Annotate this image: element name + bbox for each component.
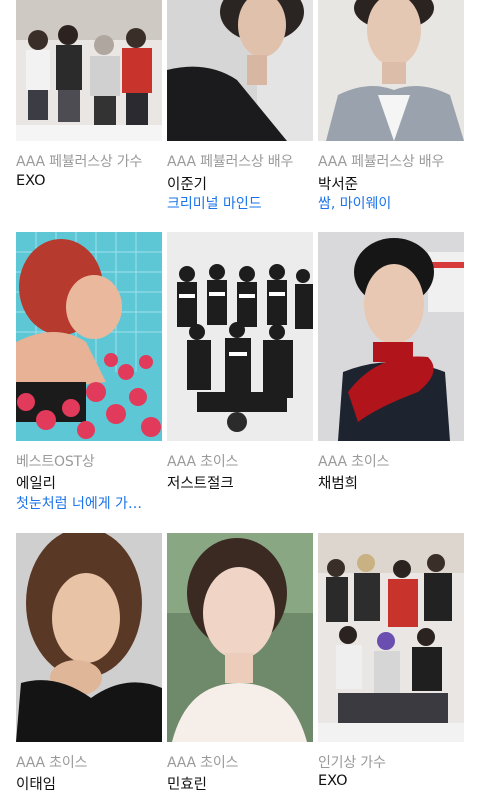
- award-category: 베스트OST상: [16, 454, 95, 470]
- group-photo-icon[interactable]: [318, 533, 464, 742]
- work-link[interactable]: 첫눈처럼 너에게 가…: [16, 493, 162, 513]
- portrait-icon[interactable]: [318, 0, 464, 141]
- artist-name[interactable]: 저스트절크: [167, 472, 234, 493]
- portrait-icon[interactable]: [318, 232, 464, 441]
- artist-name[interactable]: 에일리: [16, 472, 56, 493]
- artist-name[interactable]: 민효린: [167, 773, 207, 794]
- award-category: AAA 페뷸러스상 배우: [167, 154, 294, 170]
- artist-name[interactable]: 이태임: [16, 773, 56, 794]
- group-photo-icon[interactable]: [16, 0, 162, 141]
- artist-name[interactable]: EXO: [318, 773, 348, 789]
- work-link[interactable]: 크리미널 마인드: [167, 193, 313, 213]
- artist-name[interactable]: 이준기: [167, 173, 207, 194]
- artist-name[interactable]: 채범희: [318, 472, 358, 493]
- group-photo-icon[interactable]: [167, 232, 313, 441]
- award-category: AAA 초이스: [318, 454, 390, 470]
- award-category: 인기상 가수: [318, 755, 386, 771]
- work-link[interactable]: 쌈, 마이웨이: [318, 193, 464, 213]
- award-category: AAA 초이스: [16, 755, 88, 771]
- award-category: AAA 페뷸러스상 가수: [16, 154, 143, 170]
- portrait-icon[interactable]: [16, 533, 162, 742]
- portrait-icon[interactable]: [16, 232, 162, 441]
- award-card-grid: AAA 페뷸러스상 가수 EXO AAA 페뷸러스상 배우 이준기 크리미널 마…: [0, 0, 480, 793]
- portrait-icon[interactable]: [167, 0, 313, 141]
- award-category: AAA 초이스: [167, 755, 239, 771]
- award-category: AAA 페뷸러스상 배우: [318, 154, 445, 170]
- award-category: AAA 초이스: [167, 454, 239, 470]
- artist-name[interactable]: 박서준: [318, 173, 358, 194]
- portrait-icon[interactable]: [167, 533, 313, 742]
- artist-name[interactable]: EXO: [16, 173, 46, 189]
